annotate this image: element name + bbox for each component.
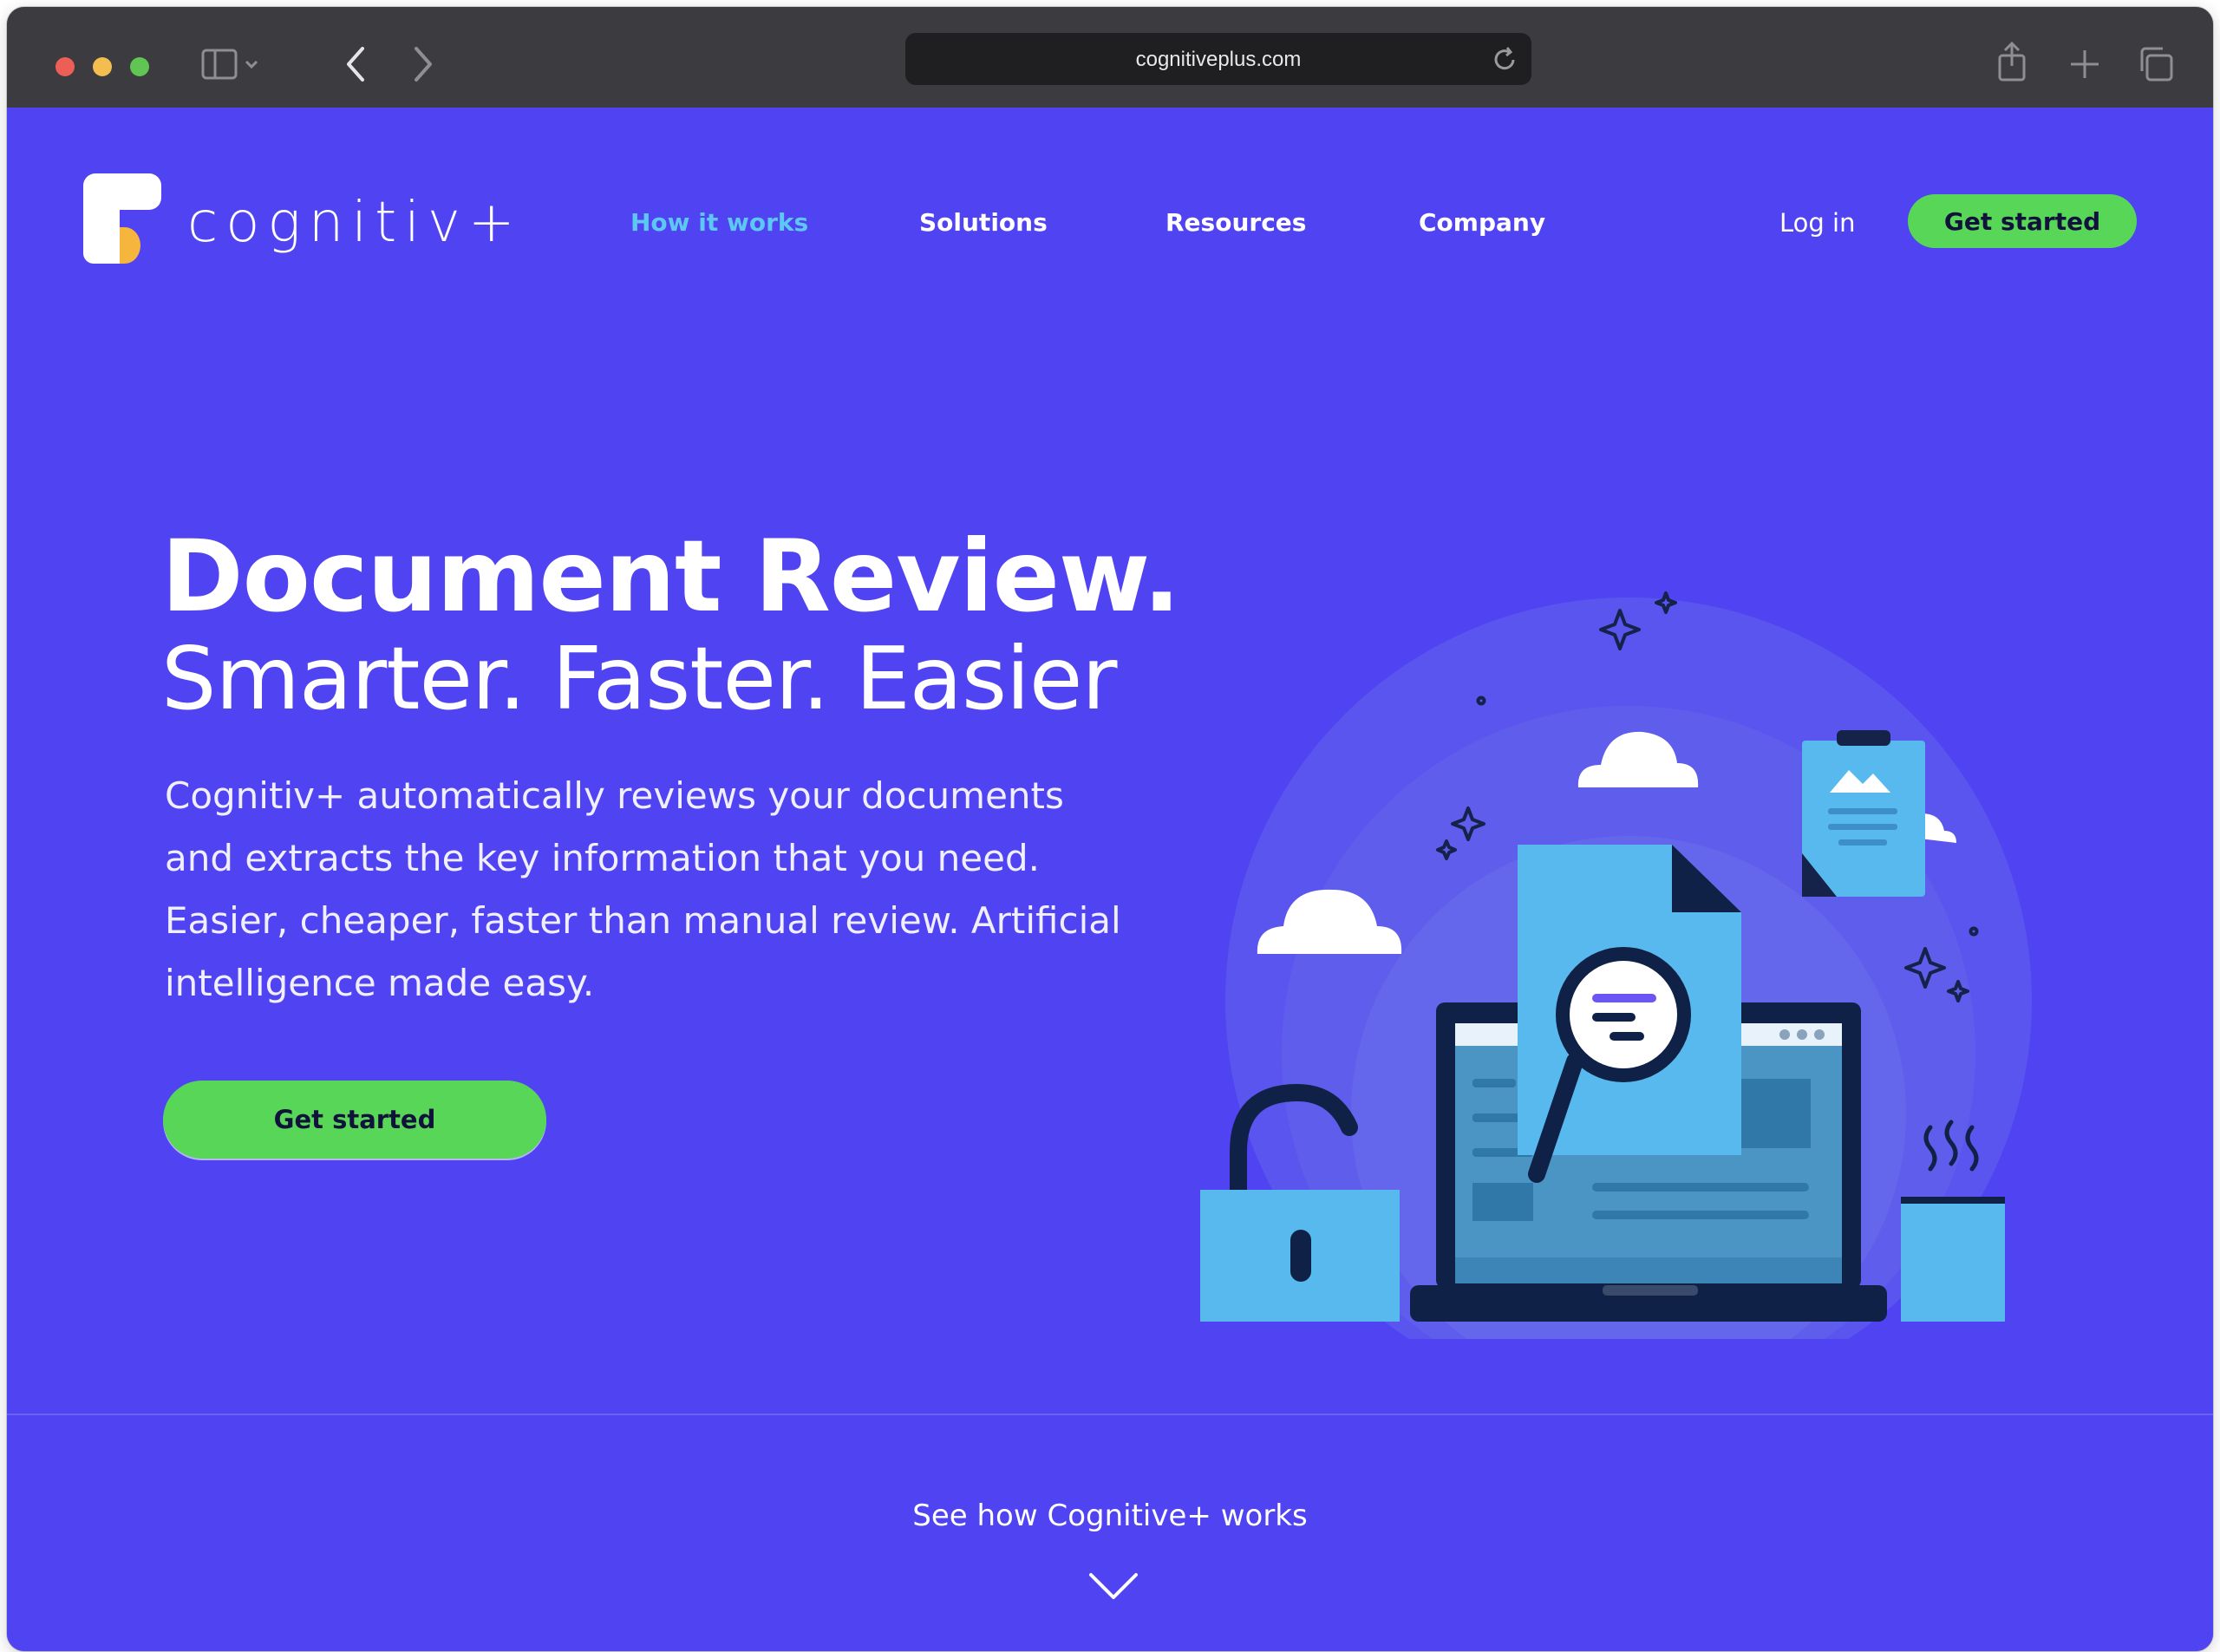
minimize-window-button[interactable]: [93, 57, 112, 76]
chevron-down-icon[interactable]: [1087, 1570, 1139, 1601]
cognitiv-logo-icon[interactable]: [83, 173, 170, 269]
login-link[interactable]: Log in: [1779, 208, 1855, 238]
reload-icon[interactable]: [1490, 45, 1519, 75]
hero-title: Document Review.: [161, 519, 1180, 634]
section-divider: [7, 1414, 2213, 1415]
new-tab-icon[interactable]: [2069, 49, 2100, 80]
document-review-illustration: [1200, 591, 2032, 1339]
share-icon[interactable]: [1996, 42, 2027, 83]
nav-how-it-works[interactable]: How it works: [630, 208, 808, 237]
forward-icon[interactable]: [408, 45, 439, 83]
see-how-link[interactable]: See how Cognitive+ works: [7, 1499, 2213, 1533]
zoom-window-button[interactable]: [130, 57, 149, 76]
tab-overview-icon[interactable]: [2137, 45, 2175, 83]
page-content: cognitiv+ How it works Solutions Resourc…: [7, 108, 2213, 1651]
browser-toolbar: cognitiveplus.com: [7, 7, 2213, 108]
nav-solutions[interactable]: Solutions: [919, 208, 1048, 237]
sidebar-toggle-icon[interactable]: [193, 49, 262, 83]
nav-resources[interactable]: Resources: [1166, 208, 1306, 237]
address-bar[interactable]: cognitiveplus.com: [905, 33, 1531, 85]
hero-subtitle: Smarter. Faster. Easier: [161, 628, 1117, 729]
close-window-button[interactable]: [56, 57, 75, 76]
clipboard-icon: [1802, 730, 1925, 897]
logo-text[interactable]: cognitiv+: [187, 191, 522, 255]
browser-window: cognitiveplus.com cognitiv+ How it works…: [7, 7, 2213, 1651]
nav-company[interactable]: Company: [1419, 208, 1545, 237]
url-text: cognitiveplus.com: [1135, 48, 1302, 71]
hero-description: Cognitiv+ automatically reviews your doc…: [165, 774, 1121, 1004]
back-icon[interactable]: [340, 45, 371, 83]
header-get-started-button[interactable]: Get started: [1908, 194, 2137, 248]
hero-get-started-button[interactable]: Get started: [163, 1081, 546, 1159]
